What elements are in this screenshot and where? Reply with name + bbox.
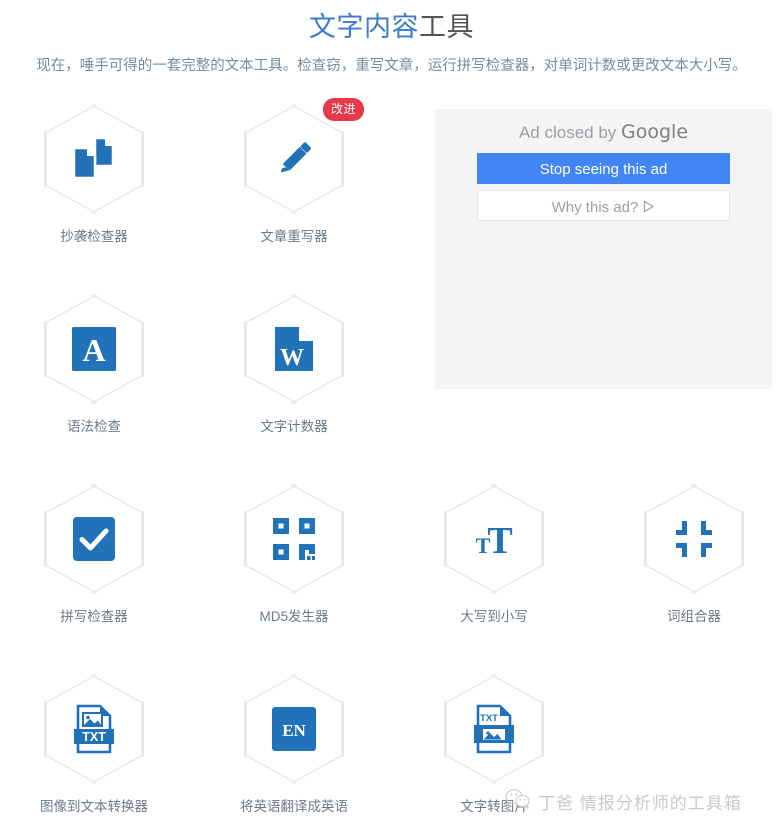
word-document-icon: W xyxy=(244,294,344,404)
svg-text:TXT: TXT xyxy=(82,730,106,744)
tool-hexagon[interactable] xyxy=(244,484,344,594)
tool-label: 大写到小写 xyxy=(460,609,528,624)
image-to-txt-icon: TXT xyxy=(44,674,144,784)
ad-closed-headline: Ad closed by Google xyxy=(435,109,772,145)
tool-card[interactable]: 改进文章重写器 xyxy=(214,98,374,246)
watermark-text: 丁爸 情报分析师的工具箱 xyxy=(538,794,742,813)
page-title-rest: 工具 xyxy=(419,12,474,42)
google-logo-text: Google xyxy=(621,121,689,143)
tool-hexagon[interactable]: A xyxy=(44,294,144,404)
tool-label: 图像到文本转换器 xyxy=(40,799,148,814)
tool-hexagon[interactable]: TXT xyxy=(444,674,544,784)
tool-card[interactable]: A 语法检查 xyxy=(14,294,174,436)
tool-hexagon[interactable] xyxy=(644,484,744,594)
svg-text:A: A xyxy=(82,332,105,368)
letter-a-square-icon: A xyxy=(44,294,144,404)
tool-hexagon[interactable]: T T xyxy=(444,484,544,594)
tool-label: 文章重写器 xyxy=(260,229,328,244)
watermark: 丁爸 情报分析师的工具箱 xyxy=(505,788,742,815)
tool-label: 拼写检查器 xyxy=(60,609,128,624)
page-title-accent: 文字内容 xyxy=(309,12,419,42)
tool-label: 文字计数器 xyxy=(260,419,328,434)
tool-card[interactable]: 拼写检查器 xyxy=(14,484,174,626)
tool-hexagon[interactable]: 改进 xyxy=(244,98,364,214)
tool-hexagon[interactable] xyxy=(44,104,144,214)
svg-text:EN: EN xyxy=(282,721,306,740)
tool-label: 词组合器 xyxy=(667,609,721,624)
qr-code-icon xyxy=(244,484,344,594)
tool-badge: 改进 xyxy=(322,98,364,121)
wechat-icon xyxy=(505,788,531,815)
tool-hexagon[interactable] xyxy=(44,484,144,594)
tool-card[interactable]: 词组合器 xyxy=(614,484,774,626)
svg-text:T: T xyxy=(487,520,512,560)
svg-text:TXT: TXT xyxy=(480,713,498,724)
why-this-ad-button[interactable]: Why this ad? xyxy=(477,190,730,221)
google-ad-panel: Ad closed by Google Stop seeing this ad … xyxy=(435,109,772,389)
page-title: 文字内容工具 xyxy=(0,0,783,46)
tool-label: MD5发生器 xyxy=(259,609,329,624)
ad-closed-text: Ad closed by xyxy=(518,123,622,142)
checkbox-check-icon xyxy=(44,484,144,594)
tool-label: 将英语翻译成英语 xyxy=(240,799,348,814)
why-this-ad-label: Why this ad? xyxy=(551,199,639,216)
stop-seeing-this-ad-button[interactable]: Stop seeing this ad xyxy=(477,153,730,184)
page-subtitle: 现在，唾手可得的一套完整的文本工具。检查窃，重写文章，运行拼写检查器，对单词计数… xyxy=(36,58,747,74)
svg-text:W: W xyxy=(280,345,304,371)
tool-label: 抄袭检查器 xyxy=(60,229,128,244)
tool-label: 语法检查 xyxy=(67,419,121,434)
tool-hexagon[interactable]: EN xyxy=(244,674,344,784)
compress-arrows-icon xyxy=(644,484,744,594)
tool-card[interactable]: MD5发生器 xyxy=(214,484,374,626)
copy-documents-icon xyxy=(44,104,144,214)
play-triangle-icon xyxy=(642,193,655,224)
tool-hexagon[interactable]: W xyxy=(244,294,344,404)
tool-card[interactable]: EN 将英语翻译成英语 xyxy=(214,674,374,816)
txt-to-image-icon: TXT xyxy=(444,674,544,784)
pencil-icon xyxy=(244,104,344,214)
tool-card[interactable]: W 文字计数器 xyxy=(214,294,374,436)
en-square-icon: EN xyxy=(244,674,344,784)
text-case-icon: T T xyxy=(444,484,544,594)
tool-hexagon[interactable]: TXT xyxy=(44,674,144,784)
tool-card[interactable]: 抄袭检查器 xyxy=(14,104,174,246)
tool-card[interactable]: T T 大写到小写 xyxy=(414,484,574,626)
tool-card[interactable]: TXT 图像到文本转换器 xyxy=(14,674,174,816)
